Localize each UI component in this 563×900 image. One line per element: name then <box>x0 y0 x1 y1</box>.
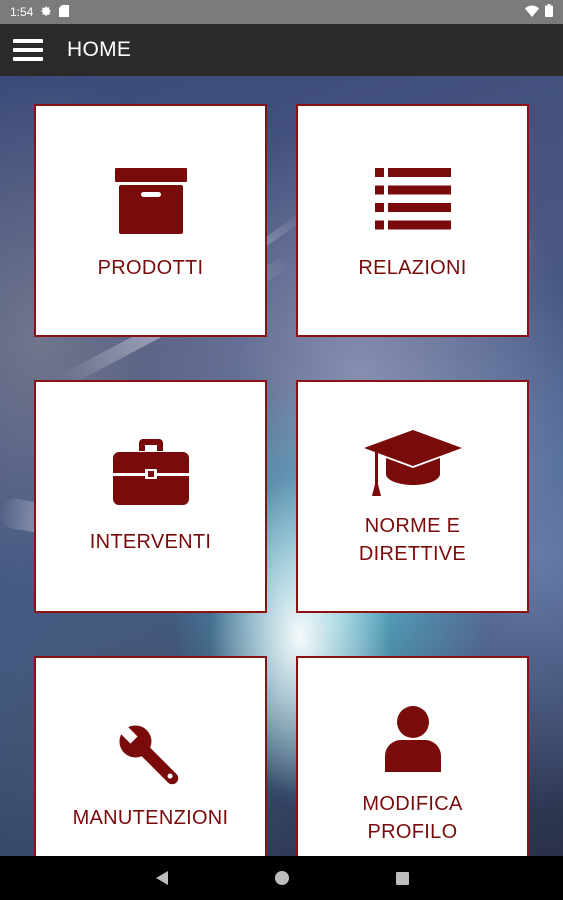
tile-profilo-label-line2: PROFILO <box>367 821 458 843</box>
tile-norme-label-line1: NORME E <box>364 515 461 537</box>
user-icon <box>298 706 527 772</box>
status-time: 1:54 <box>10 5 34 19</box>
tile-relazioni-label: RELAZIONI <box>358 257 467 279</box>
tile-prodotti[interactable]: PRODOTTI <box>34 104 267 337</box>
tile-interventi[interactable]: INTERVENTI <box>34 380 267 613</box>
battery-icon <box>545 4 553 20</box>
back-icon[interactable] <box>132 856 192 900</box>
tile-manutenzioni-label: MANUTENZIONI <box>72 807 229 829</box>
wrench-icon <box>36 721 265 793</box>
system-nav-bar <box>0 856 563 900</box>
archive-box-icon <box>36 168 265 234</box>
app-bar: HOME <box>0 24 563 76</box>
status-bar: 1:54 <box>0 0 563 24</box>
tile-interventi-label: INTERVENTI <box>89 531 212 553</box>
tile-norme-label-line2: DIRETTIVE <box>358 543 467 565</box>
tile-prodotti-label: PRODOTTI <box>97 257 204 279</box>
list-icon <box>298 168 527 230</box>
gear-icon <box>40 5 52 20</box>
graduation-cap-icon <box>298 430 527 496</box>
briefcase-icon <box>36 439 265 505</box>
sd-card-icon <box>59 4 70 20</box>
tile-modifica-profilo[interactable]: MODIFICA PROFILO <box>296 656 529 889</box>
hamburger-menu-icon[interactable] <box>0 24 56 76</box>
recents-icon[interactable] <box>372 856 432 900</box>
tile-profilo-label-line1: MODIFICA <box>362 793 463 815</box>
tile-norme-direttive[interactable]: NORME E DIRETTIVE <box>296 380 529 613</box>
wifi-icon <box>525 5 539 20</box>
tile-manutenzioni[interactable]: MANUTENZIONI <box>34 656 267 889</box>
home-icon[interactable] <box>252 856 312 900</box>
page-title: HOME <box>67 38 132 61</box>
tile-relazioni[interactable]: RELAZIONI <box>296 104 529 337</box>
